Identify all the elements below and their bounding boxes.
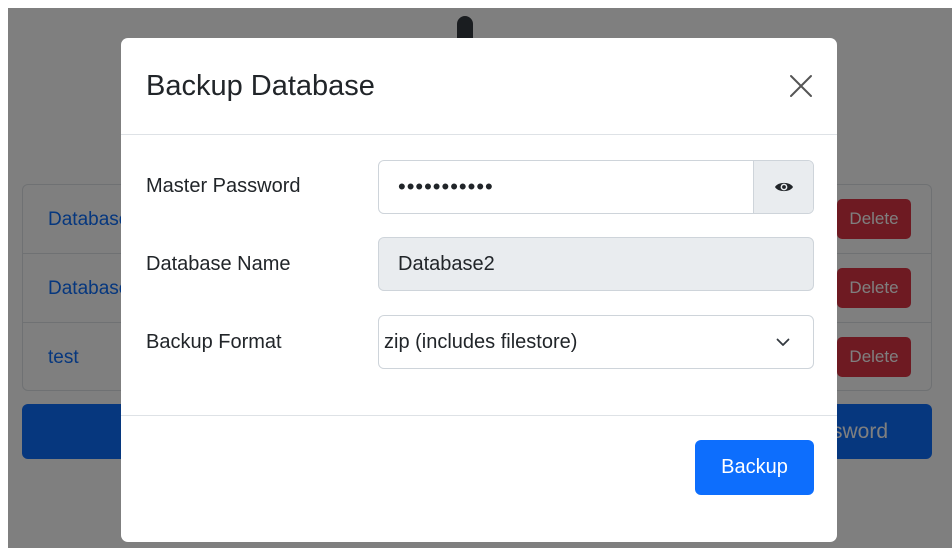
eye-icon — [774, 182, 793, 192]
close-icon — [790, 75, 812, 97]
toggle-password-visibility-button[interactable] — [753, 161, 813, 213]
database-name-field: Database2 — [378, 237, 814, 291]
chevron-down-icon — [753, 338, 813, 347]
backup-format-label: Backup Format — [146, 331, 282, 353]
master-password-input[interactable] — [379, 161, 753, 213]
backup-format-value: zip (includes filestore) — [384, 330, 578, 353]
database-name-value: Database2 — [398, 252, 495, 275]
backup-format-select[interactable]: zip (includes filestore) — [378, 315, 814, 369]
master-password-group — [378, 160, 814, 214]
master-password-label: Master Password — [146, 175, 301, 197]
backup-database-modal: Backup Database Master Password Database… — [121, 38, 837, 542]
modal-footer: Backup — [121, 415, 837, 542]
close-button[interactable] — [787, 72, 815, 100]
backup-button[interactable]: Backup — [695, 440, 814, 495]
modal-title: Backup Database — [146, 70, 375, 102]
database-name-label: Database Name — [146, 253, 291, 275]
modal-header: Backup Database — [121, 38, 837, 135]
